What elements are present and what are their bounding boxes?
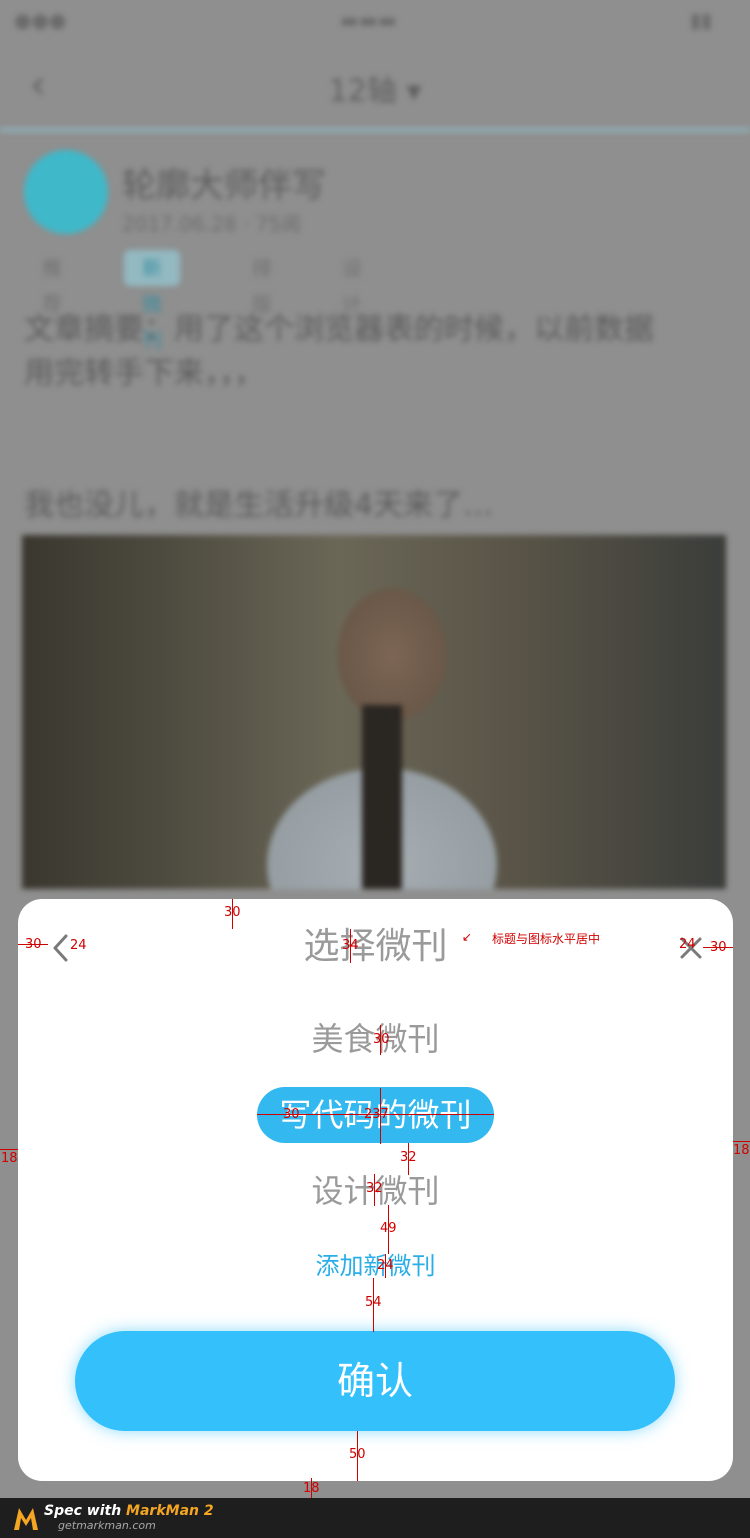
measure-label: 18: [1, 1151, 18, 1166]
markman-logo-icon: [14, 1508, 38, 1530]
measure-label: 34: [342, 938, 359, 953]
footer-brand-prefix: Spec with: [44, 1503, 127, 1519]
spec-annotations: 30 30 24 34 ↙ 标题与图标水平居中 24 30 30 237 30 …: [0, 0, 750, 1498]
measure-label: 32: [366, 1181, 383, 1196]
measure-label: 24: [70, 938, 87, 953]
footer-brand: Spec with MarkMan 2: [44, 1503, 214, 1519]
measure-label: 237: [364, 1107, 389, 1122]
measure-label: 49: [380, 1221, 397, 1236]
measure-label: 30: [373, 1032, 390, 1047]
measure-label: 30: [710, 940, 727, 955]
measure-line: [733, 1141, 750, 1142]
measure-label: 54: [365, 1295, 382, 1310]
measure-label: 30: [25, 937, 42, 952]
measure-label: 32: [400, 1150, 417, 1165]
measure-line: [0, 1149, 18, 1150]
measure-label: 50: [349, 1447, 366, 1462]
measure-label: 30: [283, 1107, 300, 1122]
measure-label: 30: [224, 905, 241, 920]
measure-label: 18: [303, 1481, 320, 1496]
annotation-note-arrow: ↙: [462, 930, 473, 944]
annotation-note: 标题与图标水平居中: [492, 932, 601, 946]
measure-label: 24: [377, 1258, 394, 1273]
measure-label: 24: [679, 937, 696, 952]
footer-brand-name: MarkMan 2: [126, 1503, 214, 1519]
markman-footer: Spec with MarkMan 2 getmarkman.com: [0, 1498, 750, 1538]
measure-label: 18: [733, 1143, 750, 1158]
footer-url: getmarkman.com: [58, 1519, 156, 1532]
